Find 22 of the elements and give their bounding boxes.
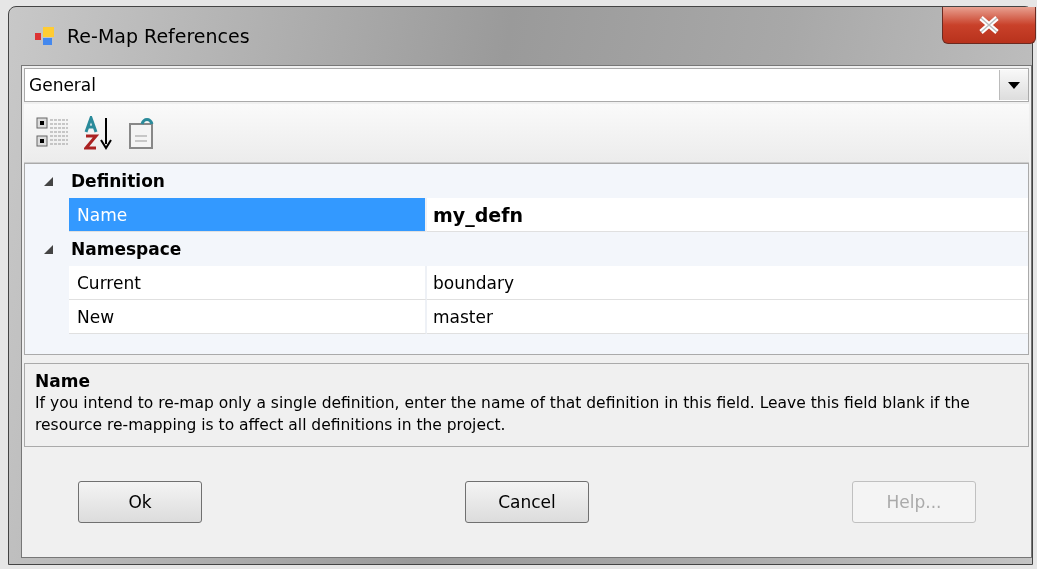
dialog-button[interactable]: Ok <box>78 481 202 523</box>
property-name[interactable]: Current <box>69 266 427 300</box>
category-dropdown[interactable]: General <box>24 68 1029 102</box>
categorized-view-icon[interactable] <box>36 116 70 150</box>
property-name[interactable]: New <box>69 300 427 334</box>
collapse-icon[interactable] <box>43 244 53 254</box>
dialog-button[interactable]: Cancel <box>465 481 589 523</box>
window-title: Re-Map References <box>67 25 250 47</box>
property-pages-icon[interactable] <box>128 116 156 150</box>
description-title: Name <box>35 370 91 393</box>
close-button[interactable] <box>942 7 1036 44</box>
category-label: Namespace <box>71 239 182 259</box>
description-text: If you intend to re-map only a single definition, enter the name of that definition in this field. Leave this field blank if the resource re-mapping is to affect all definitions in the project. <box>35 393 971 436</box>
property-value[interactable]: my_defn <box>427 198 1028 232</box>
category-label: Definition <box>71 171 165 191</box>
collapse-icon[interactable] <box>43 176 53 186</box>
app-icon <box>35 25 57 47</box>
property-value[interactable]: master <box>427 300 1028 334</box>
caret-icon <box>1008 81 1020 89</box>
close-icon <box>978 16 1000 34</box>
property-value[interactable]: boundary <box>427 266 1028 300</box>
sort-alphabetical-icon[interactable] <box>84 116 114 150</box>
